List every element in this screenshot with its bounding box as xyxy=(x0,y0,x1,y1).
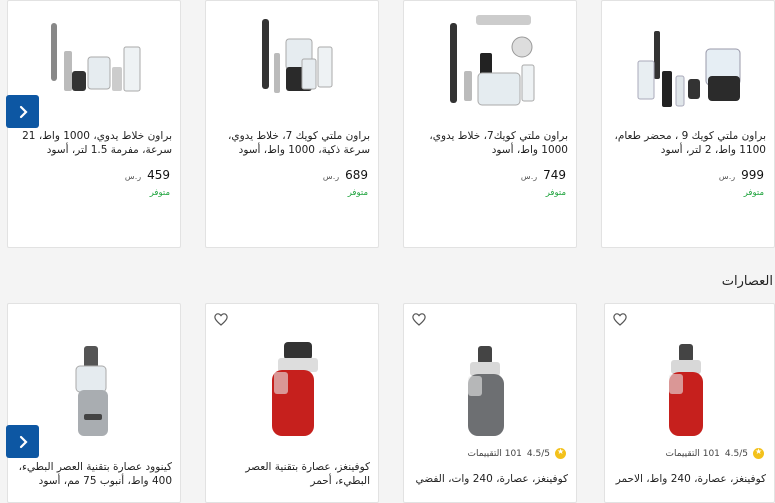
product-card-juicer-4[interactable]: كينوود عصارة بتقنية العصر البطيء، 400 وا… xyxy=(7,303,181,503)
product-image[interactable] xyxy=(206,13,378,108)
rating-value: 4.5/5 xyxy=(526,448,550,459)
product-title[interactable]: براون ملتي كويك 7، خلاط يدوي، سرعة ذكية،… xyxy=(214,129,370,157)
product-image[interactable] xyxy=(602,21,774,111)
product-image[interactable] xyxy=(404,344,576,439)
stock-status: متوفر xyxy=(743,188,764,198)
currency: ر.س xyxy=(520,172,538,181)
stock-status: متوفر xyxy=(149,188,170,198)
price-row: 459 ر.س xyxy=(125,168,170,182)
currency: ر.س xyxy=(124,172,142,181)
product-title[interactable]: كوفينغز، عصارة، 240 واط، الاحمر xyxy=(613,472,766,486)
heart-icon[interactable] xyxy=(411,311,427,327)
product-image[interactable] xyxy=(206,338,378,438)
price: 459 xyxy=(147,168,170,182)
heart-icon[interactable] xyxy=(213,311,229,327)
product-title[interactable]: كوفينغز، عصارة بتقنية العصر البطيء، أحمر xyxy=(214,460,370,488)
review-count[interactable]: 101 التقييمات xyxy=(666,449,720,459)
currency: ر.س xyxy=(718,172,736,181)
carousel-next-button[interactable] xyxy=(6,425,39,458)
section-title: العصارات xyxy=(721,274,773,289)
rating-value: 4.5/5 xyxy=(724,448,748,459)
product-card-juicer-2[interactable]: 4.5/5 101 التقييمات كوفينغز، عصارة، 240 … xyxy=(403,303,577,503)
star-icon xyxy=(753,447,764,459)
review-count[interactable]: 101 التقييمات xyxy=(468,449,522,459)
rating-row: 4.5/5 101 التقييمات xyxy=(666,447,764,459)
price: 999 xyxy=(741,168,764,182)
chevron-right-icon xyxy=(19,105,28,118)
price: 689 xyxy=(345,168,368,182)
product-card-juicer-1[interactable]: 4.5/5 101 التقييمات كوفينغز، عصارة، 240 … xyxy=(604,303,775,503)
product-title[interactable]: كوفينغز، عصارة، 240 وات، الفضي xyxy=(412,472,568,486)
product-image[interactable] xyxy=(8,344,180,438)
stock-status: متوفر xyxy=(347,188,368,198)
product-title[interactable]: براون خلاط يدوي، 1000 واط، 21 سرعة، مفرم… xyxy=(16,129,172,157)
product-title[interactable]: براون ملتي كويك 9 ، محضر طعام، 1100 واط،… xyxy=(610,129,766,157)
product-card-blender-2[interactable]: براون ملتي كويك7، خلاط يدوي، 1000 واط، أ… xyxy=(403,0,577,248)
product-image[interactable] xyxy=(404,11,576,111)
product-card-juicer-3[interactable]: كوفينغز، عصارة بتقنية العصر البطيء، أحمر xyxy=(205,303,379,503)
heart-icon[interactable] xyxy=(612,311,628,327)
chevron-right-icon xyxy=(19,435,28,448)
star-icon xyxy=(555,447,566,459)
price-row: 689 ر.س xyxy=(323,168,368,182)
product-card-blender-1[interactable]: براون ملتي كويك 9 ، محضر طعام، 1100 واط،… xyxy=(601,0,775,248)
product-image[interactable] xyxy=(605,340,774,440)
price-row: 999 ر.س xyxy=(719,168,764,182)
product-card-blender-3[interactable]: براون ملتي كويك 7، خلاط يدوي، سرعة ذكية،… xyxy=(205,0,379,248)
stock-status: متوفر xyxy=(545,188,566,198)
product-title[interactable]: براون ملتي كويك7، خلاط يدوي، 1000 واط، أ… xyxy=(412,129,568,157)
carousel-next-button[interactable] xyxy=(6,95,39,128)
product-image[interactable] xyxy=(8,17,180,102)
price-row: 749 ر.س xyxy=(521,168,566,182)
product-title[interactable]: كينوود عصارة بتقنية العصر البطيء، 400 وا… xyxy=(16,460,172,488)
price: 749 xyxy=(543,168,566,182)
rating-row: 4.5/5 101 التقييمات xyxy=(468,447,566,459)
currency: ر.س xyxy=(322,172,340,181)
